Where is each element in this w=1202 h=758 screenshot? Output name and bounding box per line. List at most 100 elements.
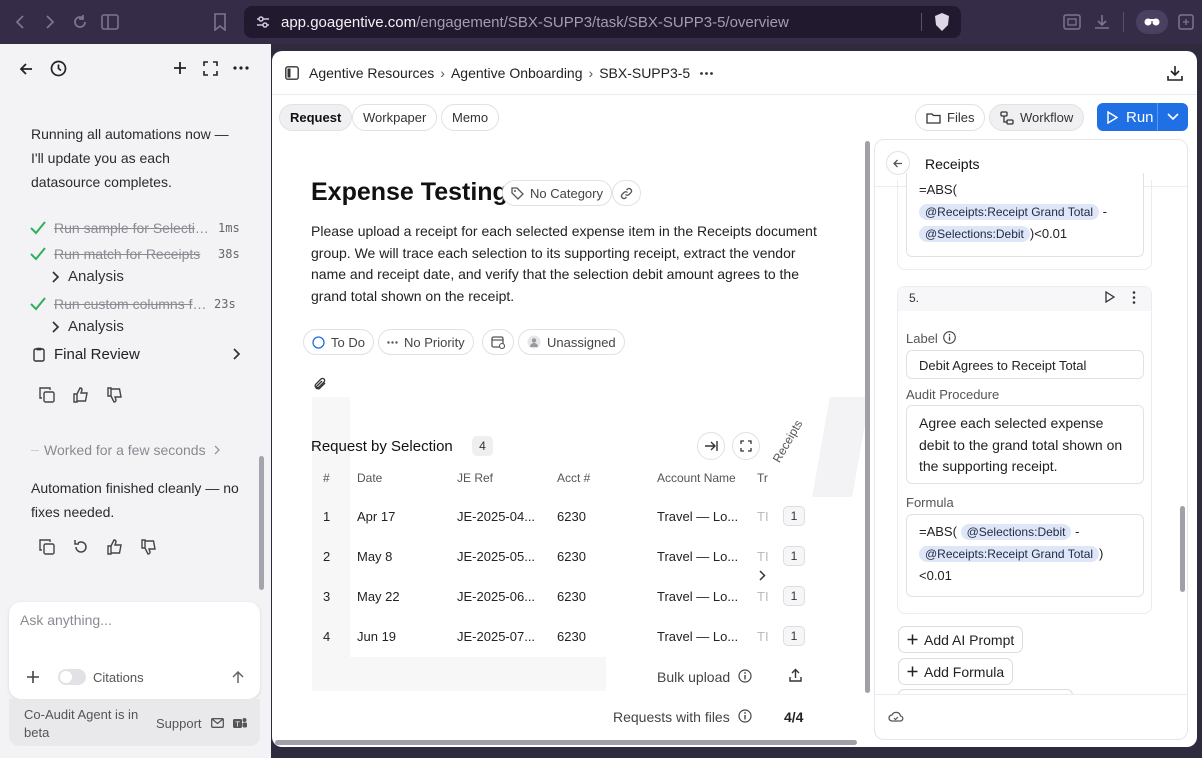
window-menu-icon[interactable]: [1176, 12, 1196, 32]
profile-icon[interactable]: [1136, 10, 1168, 34]
column-header[interactable]: Account Name: [657, 471, 736, 485]
more-options-icon[interactable]: [233, 66, 249, 70]
field-token: @Selections:Debit: [919, 226, 1030, 242]
fullscreen-icon[interactable]: [732, 432, 760, 460]
info-icon[interactable]: [943, 331, 956, 344]
new-chat-icon[interactable]: [173, 61, 187, 75]
field-token: @Receipts:Receipt Grand Total: [919, 546, 1100, 562]
folder-icon: [926, 112, 941, 124]
breadcrumb-item[interactable]: Agentive Resources: [309, 65, 434, 81]
citations-toggle[interactable]: [58, 669, 86, 685]
support-link[interactable]: Support: [156, 716, 202, 731]
reload-icon[interactable]: [70, 12, 90, 32]
due-date-chip[interactable]: [482, 329, 514, 355]
forward-icon[interactable]: [40, 12, 60, 32]
panel-toggle-icon[interactable]: [285, 66, 299, 80]
analysis-toggle[interactable]: Analysis: [52, 268, 124, 285]
category-chip[interactable]: No Category: [502, 180, 612, 206]
column-header[interactable]: #: [323, 471, 330, 485]
paperclip-icon[interactable]: [313, 376, 327, 391]
priority-chip[interactable]: No Priority: [378, 329, 474, 355]
thumbs-down-icon[interactable]: [141, 539, 157, 555]
check-icon: [30, 297, 46, 311]
history-icon[interactable]: [50, 60, 67, 77]
column-header[interactable]: Acct #: [557, 471, 590, 485]
brave-shield-icon[interactable]: [933, 12, 951, 32]
tab-workpaper[interactable]: Workpaper: [352, 104, 438, 131]
sidebar-toggle-icon[interactable]: [100, 12, 120, 32]
play-icon: [1107, 110, 1118, 124]
column-header[interactable]: JE Ref: [457, 471, 493, 485]
back-arrow-icon[interactable]: [886, 151, 910, 175]
info-icon[interactable]: [738, 669, 752, 683]
kebab-menu-icon[interactable]: [1132, 291, 1136, 304]
formula-display: =ABS( @Receipts:Receipt Grand Total - @S…: [906, 173, 1144, 257]
upload-icon[interactable]: [789, 668, 802, 682]
attach-plus-icon[interactable]: [26, 670, 40, 684]
download-icon[interactable]: [1167, 65, 1183, 81]
mail-icon[interactable]: [211, 718, 224, 728]
worked-duration[interactable]: Worked for a few seconds: [31, 442, 255, 458]
expand-icon[interactable]: [203, 61, 218, 76]
chevron-right-icon: [52, 270, 60, 283]
thumbs-up-icon[interactable]: [107, 539, 123, 555]
chevron-right-icon: [233, 348, 241, 360]
chat-scrollbar[interactable]: [259, 456, 264, 590]
workflow-button[interactable]: Workflow: [989, 104, 1085, 131]
play-icon[interactable]: [1105, 291, 1115, 303]
audit-procedure-input[interactable]: Agree each selected expense debit to the…: [906, 405, 1144, 484]
run-button[interactable]: Run: [1097, 103, 1188, 131]
send-icon[interactable]: [229, 668, 247, 686]
breadcrumb-item[interactable]: Agentive Onboarding: [451, 65, 583, 81]
thumbs-up-icon[interactable]: [73, 387, 89, 403]
automation-step: Run custom columns for Selections 23s: [30, 292, 236, 316]
breadcrumb-item[interactable]: SBX-SUPP3-5: [599, 65, 690, 81]
receipts-count[interactable]: 1: [783, 546, 805, 566]
tab-memo[interactable]: Memo: [441, 104, 500, 131]
chevron-down-icon[interactable]: [1167, 113, 1179, 121]
column-header[interactable]: Receipts: [770, 418, 805, 465]
more-options-icon[interactable]: [700, 71, 714, 75]
site-settings-icon[interactable]: [255, 14, 271, 30]
breadcrumb-separator: ›: [440, 65, 445, 81]
files-button[interactable]: Files: [915, 104, 986, 131]
column-header[interactable]: Date: [357, 471, 382, 485]
bookmark-icon[interactable]: [210, 12, 230, 32]
link-button[interactable]: [612, 180, 641, 206]
plus-icon: [907, 634, 918, 645]
receipts-count[interactable]: 1: [783, 586, 805, 606]
info-icon[interactable]: [738, 709, 752, 723]
panel-scrollbar[interactable]: [1180, 506, 1185, 592]
status-chip[interactable]: To Do: [303, 329, 374, 355]
back-arrow-icon[interactable]: [18, 61, 34, 77]
assignee-chip[interactable]: Unassigned: [518, 329, 625, 355]
retry-icon[interactable]: [73, 539, 89, 555]
copy-icon[interactable]: [39, 387, 55, 403]
tag-icon: [511, 186, 524, 200]
chat-input[interactable]: Ask anything...: [20, 612, 112, 628]
horizontal-scrollbar[interactable]: [275, 740, 857, 745]
label-input[interactable]: Debit Agrees to Receipt Total: [906, 350, 1144, 379]
vertical-scrollbar[interactable]: [865, 141, 870, 693]
copy-icon[interactable]: [39, 539, 55, 555]
calendar-icon: [491, 336, 505, 349]
address-bar[interactable]: app.goagentive.com/engagement/SBX-SUPP3/…: [244, 6, 961, 38]
final-review-item[interactable]: Final Review: [33, 344, 241, 364]
collapse-panel-icon[interactable]: [697, 432, 725, 460]
column-header[interactable]: Tr: [757, 471, 768, 485]
download-icon[interactable]: [1092, 12, 1112, 32]
thumbs-down-icon[interactable]: [107, 387, 123, 403]
analysis-toggle[interactable]: Analysis: [52, 318, 124, 335]
add-formula-button[interactable]: Add Formula: [898, 658, 1014, 685]
add-ai-prompt-button[interactable]: Add AI Prompt: [898, 626, 1024, 653]
tab-request[interactable]: Request: [279, 104, 353, 131]
formula-input[interactable]: =ABS( @Selections:Debit - @Receipts:Rece…: [906, 514, 1144, 597]
chevron-right-icon[interactable]: [759, 570, 766, 581]
back-icon[interactable]: [10, 12, 30, 32]
cloud-sync-icon[interactable]: [888, 710, 904, 723]
chat-composer: Ask anything... Citations: [9, 602, 260, 699]
teams-icon[interactable]: T: [233, 717, 247, 730]
receipts-count[interactable]: 1: [783, 506, 805, 526]
receipts-count[interactable]: 1: [783, 626, 805, 646]
reader-icon[interactable]: [1062, 12, 1082, 32]
